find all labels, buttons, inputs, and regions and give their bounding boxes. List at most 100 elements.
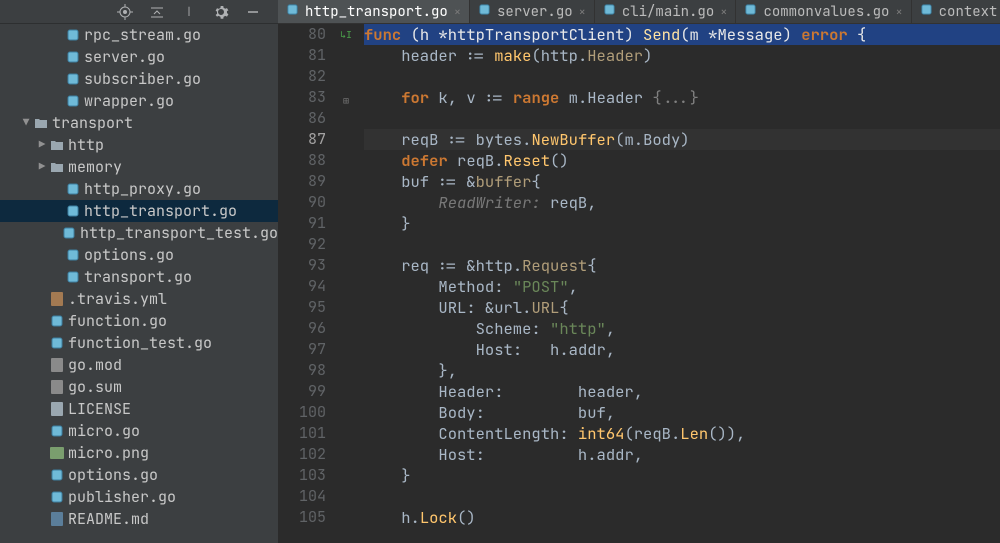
tree-item-label: LICENSE <box>66 399 131 419</box>
tree-file[interactable]: http_transport.go <box>0 200 278 222</box>
editor-tab[interactable]: http_transport.go× <box>278 0 470 23</box>
line-number: 100 <box>278 402 326 423</box>
line-number: 81 <box>278 45 326 66</box>
code-line[interactable]: } <box>364 213 1000 234</box>
line-number: 80 <box>278 24 326 45</box>
editor-tab[interactable]: server.go × <box>470 0 595 23</box>
tree-item-label: micro.png <box>66 443 149 463</box>
tab-label: context.go <box>939 3 1000 21</box>
line-number: 99 <box>278 381 326 402</box>
code-line[interactable]: }, <box>364 360 1000 381</box>
tree-file[interactable]: go.mod <box>0 354 278 376</box>
img-icon <box>48 447 66 459</box>
editor-tab[interactable]: cli/main.go× <box>595 0 737 23</box>
tree-item-label: go.sum <box>66 377 122 397</box>
tree-folder[interactable]: ▶memory <box>0 156 278 178</box>
line-number: 102 <box>278 444 326 465</box>
code-line[interactable]: req := &http.Request{ <box>364 255 1000 276</box>
go-icon <box>64 182 82 196</box>
collapse-all-icon[interactable] <box>148 3 166 21</box>
mod-icon <box>48 358 66 372</box>
go-icon <box>48 468 66 482</box>
tree-file[interactable]: LICENSE <box>0 398 278 420</box>
tree-item-label: options.go <box>82 245 174 265</box>
code-line[interactable]: Header: header, <box>364 381 1000 402</box>
tree-file[interactable]: options.go <box>0 244 278 266</box>
code-line[interactable]: Body: buf, <box>364 402 1000 423</box>
code-line[interactable]: Host: h.addr, <box>364 444 1000 465</box>
code-line[interactable] <box>364 486 1000 507</box>
tree-file[interactable]: function.go <box>0 310 278 332</box>
tree-file[interactable]: server.go <box>0 46 278 68</box>
code-line[interactable]: Scheme: "http", <box>364 318 1000 339</box>
close-icon[interactable]: × <box>720 4 727 20</box>
tree-file[interactable]: transport.go <box>0 266 278 288</box>
tree-file[interactable]: .travis.yml <box>0 288 278 310</box>
tree-file[interactable]: publisher.go <box>0 486 278 508</box>
code-area[interactable]: func (h *httpTransportClient) Send(m *Me… <box>358 24 1000 543</box>
go-file-icon <box>744 3 757 21</box>
code-line[interactable]: buf := &buffer{ <box>364 171 1000 192</box>
hide-icon[interactable] <box>244 3 262 21</box>
go-icon <box>48 336 66 350</box>
go-icon <box>64 50 82 64</box>
code-line[interactable] <box>364 108 1000 129</box>
folder-icon <box>32 117 50 129</box>
code-line[interactable]: header := make(http.Header) <box>364 45 1000 66</box>
tree-file[interactable]: wrapper.go <box>0 90 278 112</box>
project-tree[interactable]: rpc_stream.goserver.gosubscriber.gowrapp… <box>0 24 278 543</box>
editor-tabstrip: http_transport.go×server.go×cli/main.go×… <box>278 0 1000 24</box>
tree-item-label: options.go <box>66 465 158 485</box>
tree-item-label: subscriber.go <box>82 69 201 89</box>
tree-file[interactable]: rpc_stream.go <box>0 24 278 46</box>
gear-icon[interactable] <box>212 3 230 21</box>
line-number: 104 <box>278 486 326 507</box>
tree-file[interactable]: function_test.go <box>0 332 278 354</box>
go-icon <box>61 226 78 240</box>
target-icon[interactable] <box>116 3 134 21</box>
tree-file[interactable]: micro.go <box>0 420 278 442</box>
tree-file[interactable]: http_proxy.go <box>0 178 278 200</box>
code-line[interactable] <box>364 234 1000 255</box>
code-line[interactable]: URL: &url.URL{ <box>364 297 1000 318</box>
fold-toggle-icon[interactable]: ⊞ <box>336 90 356 110</box>
tree-item-label: http <box>66 135 104 155</box>
code-line[interactable]: func (h *httpTransportClient) Send(m *Me… <box>364 24 1000 45</box>
code-line[interactable] <box>364 66 1000 87</box>
close-icon[interactable]: × <box>454 4 461 20</box>
line-number: 87 <box>278 129 326 150</box>
code-line[interactable]: for k, v := range m.Header {...} <box>364 87 1000 108</box>
md-icon <box>48 512 66 526</box>
editor-tab[interactable]: commonvalues.go× <box>736 0 911 23</box>
code-line[interactable]: h.Lock() <box>364 507 1000 528</box>
go-icon <box>64 248 82 262</box>
line-number: 95 <box>278 297 326 318</box>
code-line[interactable]: ReadWriter: reqB, <box>364 192 1000 213</box>
code-line[interactable]: defer reqB.Reset() <box>364 150 1000 171</box>
code-line[interactable]: ContentLength: int64(reqB.Len()), <box>364 423 1000 444</box>
code-line[interactable]: reqB := bytes.NewBuffer(m.Body) <box>364 129 1000 150</box>
implements-gutter-icon[interactable]: ↳I <box>336 24 356 44</box>
line-number: 103 <box>278 465 326 486</box>
tree-file[interactable]: http_transport_test.go <box>0 222 278 244</box>
tree-file[interactable]: options.go <box>0 464 278 486</box>
tab-label: server.go <box>497 3 573 21</box>
code-editor[interactable]: 8081828386878889909192939495969798991001… <box>278 24 1000 543</box>
go-file-icon <box>920 3 933 21</box>
code-line[interactable]: } <box>364 465 1000 486</box>
line-number: 94 <box>278 276 326 297</box>
tree-file[interactable]: micro.png <box>0 442 278 464</box>
code-line[interactable]: Host: h.addr, <box>364 339 1000 360</box>
tree-file[interactable]: subscriber.go <box>0 68 278 90</box>
tree-item-label: transport <box>50 113 133 133</box>
tree-file[interactable]: README.md <box>0 508 278 530</box>
tree-item-label: http_transport_test.go <box>78 223 278 243</box>
code-line[interactable]: Method: "POST", <box>364 276 1000 297</box>
tree-folder[interactable]: ▶http <box>0 134 278 156</box>
tree-file[interactable]: go.sum <box>0 376 278 398</box>
close-icon[interactable]: × <box>579 4 586 20</box>
editor-tab[interactable]: context.go× <box>912 0 1000 23</box>
tree-item-label: function.go <box>66 311 167 331</box>
tree-folder[interactable]: ▼transport <box>0 112 278 134</box>
close-icon[interactable]: × <box>895 4 902 20</box>
